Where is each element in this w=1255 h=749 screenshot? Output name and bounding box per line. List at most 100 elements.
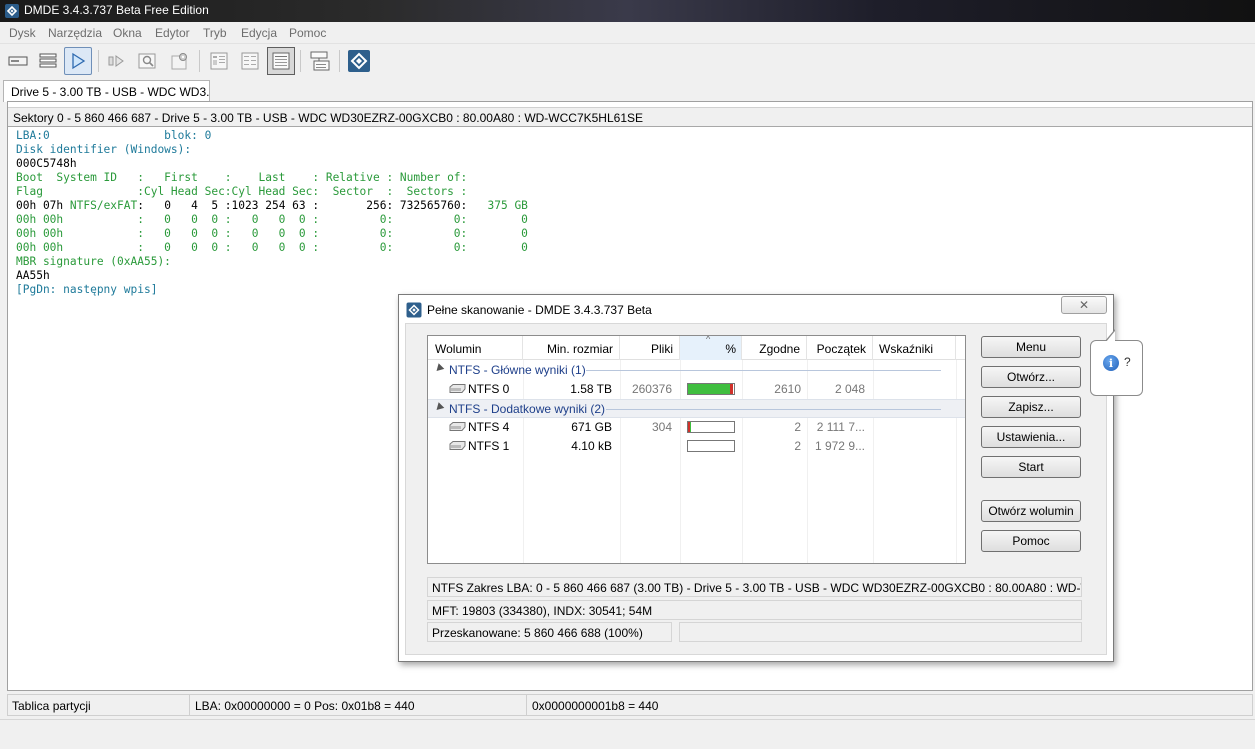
list-item[interactable]: NTFS 1 4.10 kB 2 1 972 9...	[428, 437, 965, 456]
partitions-icon	[39, 53, 57, 68]
text-view-button[interactable]	[236, 47, 264, 75]
dmde-dialog-icon	[406, 302, 422, 318]
menu-edycja[interactable]: Edycja	[241, 26, 277, 40]
column-percent-label: %	[725, 342, 736, 356]
dmde-logo-button[interactable]	[345, 47, 373, 75]
column-matches[interactable]: Zgodne	[742, 336, 807, 360]
title-bar: DMDE 3.4.3.737 Beta Free Edition	[0, 0, 1255, 22]
text-view-icon	[241, 52, 259, 70]
lba-line: LBA:0 blok: 0	[16, 129, 212, 142]
group-divider	[586, 370, 941, 371]
group-divider	[606, 409, 941, 410]
partition-entry-1-flags: 00h 07h	[16, 199, 64, 212]
settings-button[interactable]: Ustawienia...	[981, 426, 1081, 448]
partitions-button[interactable]	[34, 47, 62, 75]
status-mode: Tablica partycji	[8, 695, 190, 715]
column-volume[interactable]: Wolumin	[428, 336, 523, 360]
hex-view-icon	[210, 52, 228, 70]
volume-matches: 2	[794, 420, 801, 434]
toolbar-separator	[339, 50, 340, 72]
volume-disk-icon	[449, 384, 466, 393]
scanned-field: Przeskanowane: 5 860 466 688 (100%)	[427, 622, 672, 642]
open-volume-button[interactable]: Otwórz wolumin	[981, 500, 1081, 522]
status-lba: LBA: 0x00000000 = 0 Pos: 0x01b8 = 440	[191, 695, 527, 715]
partition-table-view[interactable]: LBA:0 blok: 0 Disk identifier (Windows):…	[16, 129, 528, 297]
table-view-button[interactable]	[267, 47, 295, 75]
help-button[interactable]: Pomoc	[981, 530, 1081, 552]
sector-range-header: Sektory 0 - 5 860 466 687 - Drive 5 - 3.…	[8, 107, 1252, 127]
menu-okna[interactable]: Okna	[113, 26, 142, 40]
progress-fill	[688, 384, 733, 394]
partition-entry-1-type: NTFS/exFAT	[63, 199, 138, 212]
volume-matches: 2610	[774, 382, 801, 396]
toolbar-separator	[98, 50, 99, 72]
list-item[interactable]: NTFS 4 671 GB 304 2 2 111 7...	[428, 418, 965, 437]
collapse-triangle-icon[interactable]	[433, 363, 445, 374]
drive-button[interactable]	[4, 47, 32, 75]
menu-button[interactable]: Menu	[981, 336, 1081, 358]
close-icon: ✕	[1078, 298, 1090, 312]
volume-name: NTFS 1	[468, 439, 510, 453]
info-icon: i	[1103, 355, 1119, 371]
disk-identifier-label: Disk identifier (Windows):	[16, 143, 192, 156]
list-header: Wolumin Min. rozmiar Pliki ^ % Zgodne Po…	[428, 336, 965, 360]
search-button[interactable]	[134, 47, 162, 75]
help-tooltip[interactable]: i ?	[1090, 329, 1143, 396]
next-entry-link[interactable]: [PgDn: następny wpis]	[16, 283, 157, 296]
mbr-signature-value: AA55h	[16, 269, 50, 282]
gear-icon	[171, 53, 187, 70]
dialog-close-button[interactable]: ✕	[1061, 296, 1107, 314]
volume-start: 1 972 9...	[814, 439, 865, 453]
group-main-results[interactable]: NTFS - Główne wyniki (1)	[428, 361, 965, 380]
volume-disk-icon	[449, 422, 466, 431]
status-bar: Tablica partycji LBA: 0x00000000 = 0 Pos…	[7, 694, 1253, 716]
column-start[interactable]: Początek	[807, 336, 873, 360]
tab-drive-5[interactable]: Drive 5 - 3.00 TB - USB - WDC WD3...	[3, 80, 210, 102]
collapse-triangle-icon[interactable]	[433, 402, 445, 413]
column-indicators[interactable]: Wskaźniki	[873, 336, 956, 360]
column-files[interactable]: Pliki	[620, 336, 680, 360]
menu-narzedzia[interactable]: Narzędzia	[48, 26, 102, 40]
start-button[interactable]: Start	[981, 456, 1081, 478]
group-additional-results[interactable]: NTFS - Dodatkowe wyniki (2)	[428, 399, 965, 418]
lba-range-field: NTFS Zakres LBA: 0 - 5 860 466 687 (3.00…	[427, 577, 1082, 597]
hex-view-button[interactable]	[205, 47, 233, 75]
volume-size: 4.10 kB	[571, 439, 612, 453]
match-progress-bar	[687, 440, 735, 452]
match-progress-bar	[687, 421, 735, 433]
menu-pomoc[interactable]: Pomoc	[289, 26, 326, 40]
volume-size: 1.58 TB	[570, 382, 612, 396]
volume-matches: 2	[794, 439, 801, 453]
menu-dysk[interactable]: Dysk	[9, 26, 36, 40]
toolbar	[0, 44, 1255, 78]
table-view-icon	[272, 52, 290, 70]
menu-bar: Dysk Narzędzia Okna Edytor Tryb Edycja P…	[0, 22, 1255, 44]
mft-info-field: MFT: 19803 (334380), INDX: 30541; 54M	[427, 600, 1082, 620]
gear-button[interactable]	[166, 47, 194, 75]
partition-entry-4: 00h 00h : 0 0 0 : 0 0 0 : 0: 0: 0	[16, 241, 528, 254]
list-item[interactable]: NTFS 0 1.58 TB 260376 2610 2 048	[428, 380, 965, 399]
volume-start: 2 048	[834, 382, 865, 396]
copy-button[interactable]	[306, 47, 334, 75]
menu-tryb[interactable]: Tryb	[203, 26, 227, 40]
match-progress-bar	[687, 383, 735, 395]
dialog-title: Pełne skanowanie - DMDE 3.4.3.737 Beta	[427, 303, 652, 317]
group-label: NTFS - Główne wyniki (1)	[449, 363, 586, 377]
save-button[interactable]: Zapisz...	[981, 396, 1081, 418]
partition-entry-1-size: 375 GB	[467, 199, 528, 212]
play-button[interactable]	[64, 47, 92, 75]
step-icon	[108, 55, 124, 67]
column-min-size[interactable]: Min. rozmiar	[523, 336, 620, 360]
scan-results-list[interactable]: Wolumin Min. rozmiar Pliki ^ % Zgodne Po…	[427, 335, 966, 564]
drive-icon	[8, 56, 28, 66]
status-offset: 0x0000000001b8 = 440	[532, 699, 659, 713]
disk-identifier-value: 000C5748h	[16, 157, 77, 170]
column-percent[interactable]: ^ %	[680, 336, 742, 360]
step-button[interactable]	[104, 47, 132, 75]
open-button[interactable]: Otwórz...	[981, 366, 1081, 388]
menu-edytor[interactable]: Edytor	[155, 26, 190, 40]
dmde-app-icon	[5, 4, 19, 18]
copy-icon	[310, 51, 330, 71]
mbr-signature-label: MBR signature (0xAA55):	[16, 255, 171, 268]
sort-ascending-icon: ^	[706, 335, 711, 344]
